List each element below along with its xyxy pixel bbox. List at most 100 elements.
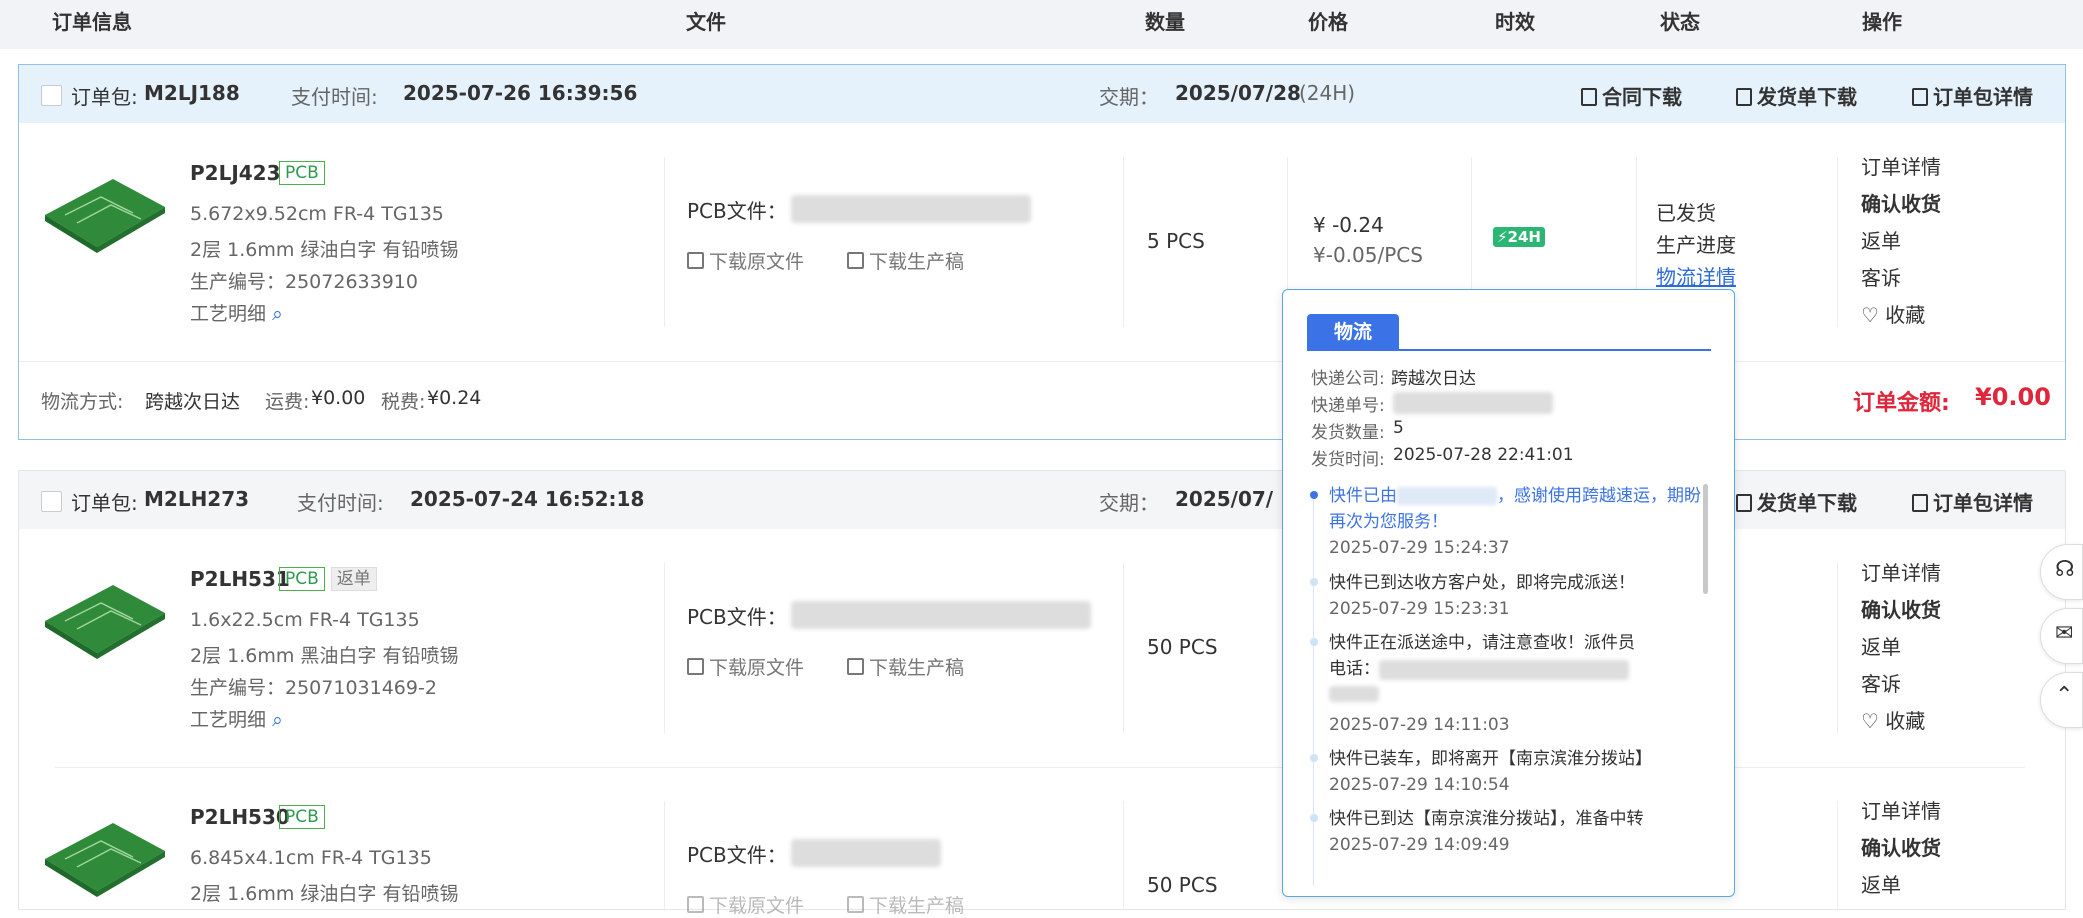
pdf-icon [1581,87,1597,106]
price: ¥ -0.24 [1313,213,1384,237]
divider [664,563,665,733]
invoice-download-link[interactable]: 发货单下载 [1736,487,1857,516]
confirm-receipt-link[interactable]: 确认收货 [1861,592,1941,629]
arrow-up-icon: ⌃ [2055,683,2074,708]
tax-label: 税费: [381,391,426,413]
reorder-link[interactable]: 返单 [1861,867,1941,904]
production-number: 生产编号：25071031469-2 [190,677,437,699]
heart-plus-icon: ♡ [1861,303,1879,327]
order-details-link[interactable]: 订单详情 [1861,149,1941,186]
download-source-link[interactable]: 下载原文件 [687,247,804,274]
reorder-link[interactable]: 返单 [1861,629,1941,666]
pdf-icon [1736,87,1752,106]
reorder-link[interactable]: 返单 [1861,223,1941,260]
download-production-link[interactable]: 下载生产稿 [847,247,964,274]
package-details-link[interactable]: 订单包详情 [1912,487,2033,516]
favorite-label: 收藏 [1885,303,1926,327]
logistics-tab[interactable]: 物流 [1307,314,1399,350]
tax: ¥0.24 [427,387,482,409]
delivery-date: 2025/07/ [1175,487,1274,511]
package-label: 订单包: [71,491,138,515]
redacted [1329,686,1379,702]
divider [1123,563,1124,733]
quantity: 50 PCS [1147,873,1218,897]
headset-icon: ☊ [2055,557,2075,582]
quantity: 50 PCS [1147,635,1218,659]
confirm-receipt-link[interactable]: 确认收货 [1861,186,1941,223]
quantity: 5 PCS [1147,229,1205,253]
speed-badge: ⚡24H [1493,227,1545,247]
download-source-label: 下载原文件 [709,895,805,917]
favorite-link[interactable]: ♡ 收藏 [1861,297,1941,334]
delivery-label: 交期： [1099,491,1159,515]
download-source-link[interactable]: 下载原文件 [687,653,804,680]
event-time: 2025-07-29 14:10:54 [1329,775,1510,795]
divider [1123,801,1124,911]
pcb-thumbnail[interactable] [41,157,169,257]
favorite-link[interactable]: ♡ 收藏 [1861,703,1941,740]
item-spec-2: 2层 1.6mm 绿油白字 有铅喷锡 [190,239,459,261]
download-production-label: 下载生产稿 [869,657,965,679]
invoice-download-link[interactable]: 发货单下载 [1736,81,1857,110]
item-tag: PCB [273,805,325,829]
item-id[interactable]: P2LJ423 [190,161,281,185]
header-price: 价格 [1308,10,1348,34]
package-details-link[interactable]: 订单包详情 [1912,81,2033,110]
package-checkbox[interactable] [41,85,62,106]
complaint-link[interactable]: 客诉 [1861,666,1941,703]
item-actions: 订单详情 确认收货 返单 [1861,793,1941,904]
freight: ¥0.00 [311,387,366,409]
timeline-event: 快件已由 ，感谢使用跨越速运，期盼再次为您服务！ [1329,483,1709,535]
pcb-tag: PCB [279,805,325,829]
pcb-thumbnail[interactable] [41,563,169,663]
pay-time: 2025-07-26 16:39:56 [403,81,638,105]
timeline-dot [1310,814,1318,822]
timeline-dot [1310,578,1318,586]
complaint-link[interactable]: 客诉 [1861,260,1941,297]
file-name-redacted [791,839,941,867]
pcb-tag: PCB [279,567,325,591]
item-spec-2: 2层 1.6mm 黑油白字 有铅喷锡 [190,645,459,667]
shipping-method: 跨越次日达 [145,391,241,413]
header-quantity: 数量 [1145,10,1185,34]
favorite-label: 收藏 [1885,709,1926,733]
confirm-receipt-link[interactable]: 确认收货 [1861,830,1941,867]
table-header: 订单信息 文件 数量 价格 时效 状态 操作 [0,0,2083,49]
divider [1837,563,1838,733]
download-icon [847,658,864,675]
event-text: 快件已由 [1329,486,1397,506]
download-source-link[interactable]: 下载原文件 [687,891,804,918]
file-name-redacted [791,195,1031,223]
pcb-file-label: PCB文件： [687,199,787,223]
lightning-icon: ⚡ [1497,228,1508,246]
divider [664,157,665,327]
order-details-link[interactable]: 订单详情 [1861,555,1941,592]
production-progress-link[interactable]: 生产进度 [1656,229,1736,258]
download-production-link[interactable]: 下载生产稿 [847,653,964,680]
pcb-thumbnail[interactable] [41,801,169,901]
logistics-details-link[interactable]: 物流详情 [1656,261,1736,290]
contract-download-link[interactable]: 合同下载 [1581,81,1682,110]
event-text: 快件正在派送途中，请注意查收！派件员 [1329,633,1635,653]
order-package: 订单包: M2LH273 支付时间: 2025-07-24 16:52:18 交… [18,470,2066,917]
download-production-link[interactable]: 下载生产稿 [847,891,964,918]
event-time: 2025-07-29 14:11:03 [1329,715,1510,735]
timeline-dot [1310,754,1318,762]
divider [1837,157,1838,327]
package-checkbox[interactable] [41,491,62,512]
heart-plus-icon: ♡ [1861,709,1879,733]
speed-label: 24H [1507,228,1541,246]
item-spec-1: 6.845x4.1cm FR-4 TG135 [190,847,432,869]
process-details-link[interactable]: 工艺明细 ⌕ [190,705,283,732]
download-icon [687,252,704,269]
header-status: 状态 [1660,10,1700,34]
shipping-method-label: 物流方式: [41,391,124,413]
download-production-label: 下载生产稿 [869,251,965,273]
process-details-link[interactable]: 工艺明细 ⌕ [190,299,283,326]
process-details-label: 工艺明细 [190,709,267,731]
company-label: 快递公司: [1311,369,1385,389]
pay-time-label: 支付时间: [291,85,378,109]
download-source-label: 下载原文件 [709,251,805,273]
download-production-label: 下载生产稿 [869,895,965,917]
order-details-link[interactable]: 订单详情 [1861,793,1941,830]
